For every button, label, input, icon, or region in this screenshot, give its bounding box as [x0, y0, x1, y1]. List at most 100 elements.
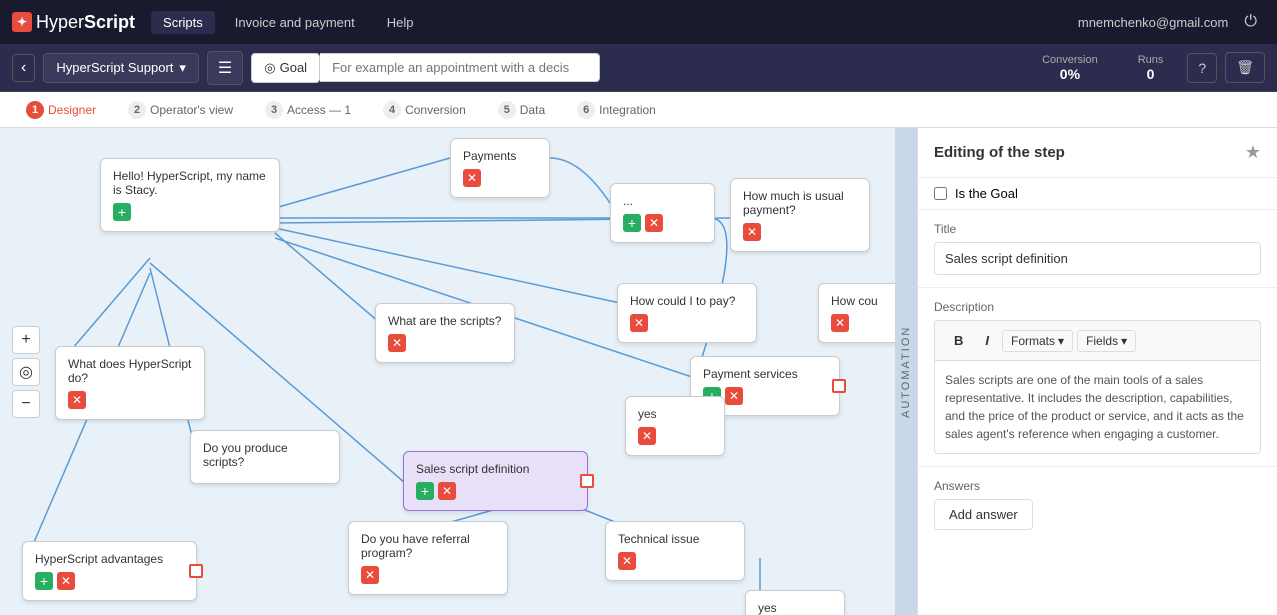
runs-label: Runs — [1138, 54, 1164, 66]
tab-access[interactable]: 3 Access — 1 — [251, 95, 365, 125]
tab-operator-view[interactable]: 2 Operator's view — [114, 95, 247, 125]
node-how-much-controls: ✕ — [743, 223, 857, 241]
goal-icon: ◎ — [264, 60, 275, 76]
zoom-out-button[interactable]: − — [12, 390, 40, 418]
fields-chevron: ▾ — [1121, 334, 1127, 348]
node-yes1[interactable]: yes ✕ — [625, 396, 725, 456]
conversion-stat: Conversion 0% — [1026, 54, 1114, 82]
node-hello-text: Hello! HyperScript, my name is Stacy. — [113, 169, 267, 197]
node-advantages[interactable]: HyperScript advantages + ✕ — [22, 541, 197, 601]
zoom-in-button[interactable]: + — [12, 326, 40, 354]
italic-button[interactable]: I — [976, 329, 998, 352]
node-payment-services-remove[interactable]: ✕ — [725, 387, 743, 405]
nav-scripts[interactable]: Scripts — [151, 11, 215, 34]
add-answer-button[interactable]: Add answer — [934, 499, 1033, 530]
node-do-referral-remove[interactable]: ✕ — [361, 566, 379, 584]
node-how-col-remove[interactable]: ✕ — [831, 314, 849, 332]
node-how-much-text: How much is usual payment? — [743, 189, 857, 217]
node-yes2[interactable]: yes — [745, 590, 845, 615]
answers-section: Answers Add answer — [918, 467, 1277, 542]
tab-6-label: Integration — [599, 103, 656, 117]
top-navigation: ✦ HyperScript Scripts Invoice and paymen… — [0, 0, 1277, 44]
node-how-could[interactable]: How could I to pay? ✕ — [617, 283, 757, 343]
node-ellipsis-controls: + ✕ — [623, 214, 702, 232]
panel-title: Editing of the step — [934, 144, 1065, 161]
tab-2-label: Operator's view — [150, 103, 233, 117]
node-yes1-controls: ✕ — [638, 427, 712, 445]
node-how-could-remove[interactable]: ✕ — [630, 314, 648, 332]
automation-label: AUTOMATION — [895, 128, 917, 615]
node-sales-script[interactable]: Sales script definition + ✕ — [403, 451, 588, 511]
node-how-could-controls: ✕ — [630, 314, 744, 332]
node-yes1-remove[interactable]: ✕ — [638, 427, 656, 445]
goal-button[interactable]: ◎ Goal — [251, 53, 320, 83]
node-payments-text: Payments — [463, 149, 537, 163]
tab-bar: 1 Designer 2 Operator's view 3 Access — … — [0, 92, 1277, 128]
node-payments-remove[interactable]: ✕ — [463, 169, 481, 187]
node-payments-controls: ✕ — [463, 169, 537, 187]
node-ellipsis-add[interactable]: + — [623, 214, 641, 232]
tab-integration[interactable]: 6 Integration — [563, 95, 670, 125]
fields-dropdown[interactable]: Fields ▾ — [1077, 330, 1136, 352]
tab-3-number: 3 — [265, 101, 283, 119]
user-email: mnemchenko@gmail.com — [1078, 15, 1228, 30]
logout-button[interactable]: ⏻ — [1236, 9, 1265, 35]
node-what-scripts[interactable]: What are the scripts? ✕ — [375, 303, 515, 363]
is-goal-label: Is the Goal — [955, 186, 1018, 201]
node-do-produce[interactable]: Do you produce scripts? — [190, 430, 340, 484]
nav-invoice[interactable]: Invoice and payment — [223, 11, 367, 34]
node-what-scripts-remove[interactable]: ✕ — [388, 334, 406, 352]
bold-button[interactable]: B — [945, 329, 972, 352]
delete-button[interactable]: 🗑 — [1225, 52, 1265, 83]
node-what-does-controls: ✕ — [68, 391, 192, 409]
panel-star-button[interactable]: ★ — [1245, 142, 1261, 163]
node-do-referral[interactable]: Do you have referral program? ✕ — [348, 521, 508, 595]
node-payment-services-goal-indicator — [832, 379, 846, 393]
tab-designer[interactable]: 1 Designer — [12, 95, 110, 125]
tab-4-label: Conversion — [405, 103, 466, 117]
node-advantages-remove[interactable]: ✕ — [57, 572, 75, 590]
node-what-does[interactable]: What does HyperScript do? ✕ — [55, 346, 205, 420]
node-payments[interactable]: Payments ✕ — [450, 138, 550, 198]
node-what-does-remove[interactable]: ✕ — [68, 391, 86, 409]
logo-icon: ✦ — [12, 12, 32, 32]
node-technical-controls: ✕ — [618, 552, 732, 570]
node-sales-script-controls: + ✕ — [416, 482, 575, 500]
node-ellipsis[interactable]: ... + ✕ — [610, 183, 715, 243]
node-yes2-text: yes — [758, 601, 832, 615]
node-sales-script-remove[interactable]: ✕ — [438, 482, 456, 500]
back-button[interactable]: ‹ — [12, 54, 35, 82]
node-how-col-text: How cou — [831, 294, 905, 308]
answers-label: Answers — [934, 479, 1261, 493]
node-what-scripts-text: What are the scripts? — [388, 314, 502, 328]
description-editor[interactable]: Sales scripts are one of the main tools … — [934, 360, 1261, 454]
node-hello-add[interactable]: + — [113, 203, 131, 221]
conversion-value: 0% — [1060, 66, 1080, 82]
is-goal-checkbox[interactable] — [934, 187, 947, 200]
description-label: Description — [934, 300, 1261, 314]
help-button[interactable]: ? — [1187, 53, 1217, 83]
zoom-target-button[interactable]: ◎ — [12, 358, 40, 386]
tab-conversion[interactable]: 4 Conversion — [369, 95, 480, 125]
node-technical-remove[interactable]: ✕ — [618, 552, 636, 570]
nav-help[interactable]: Help — [375, 11, 426, 34]
formats-dropdown[interactable]: Formats ▾ — [1002, 330, 1073, 352]
node-what-scripts-controls: ✕ — [388, 334, 502, 352]
script-selector[interactable]: HyperScript Support ▾ — [43, 53, 199, 83]
node-ellipsis-remove[interactable]: ✕ — [645, 214, 663, 232]
node-do-referral-text: Do you have referral program? — [361, 532, 495, 560]
node-sales-script-add[interactable]: + — [416, 482, 434, 500]
title-input[interactable] — [934, 242, 1261, 275]
node-advantages-add[interactable]: + — [35, 572, 53, 590]
node-technical[interactable]: Technical issue ✕ — [605, 521, 745, 581]
node-hello[interactable]: Hello! HyperScript, my name is Stacy. + — [100, 158, 280, 232]
tab-4-number: 4 — [383, 101, 401, 119]
node-how-much[interactable]: How much is usual payment? ✕ — [730, 178, 870, 252]
goal-input[interactable] — [320, 53, 600, 82]
canvas[interactable]: + ◎ − Hello! HyperScript, my name is Sta… — [0, 128, 917, 615]
menu-button[interactable]: ☰ — [207, 51, 243, 85]
tab-data[interactable]: 5 Data — [484, 95, 559, 125]
right-panel: Editing of the step ★ Is the Goal Title … — [917, 128, 1277, 615]
node-advantages-controls: + ✕ — [35, 572, 184, 590]
node-how-much-remove[interactable]: ✕ — [743, 223, 761, 241]
